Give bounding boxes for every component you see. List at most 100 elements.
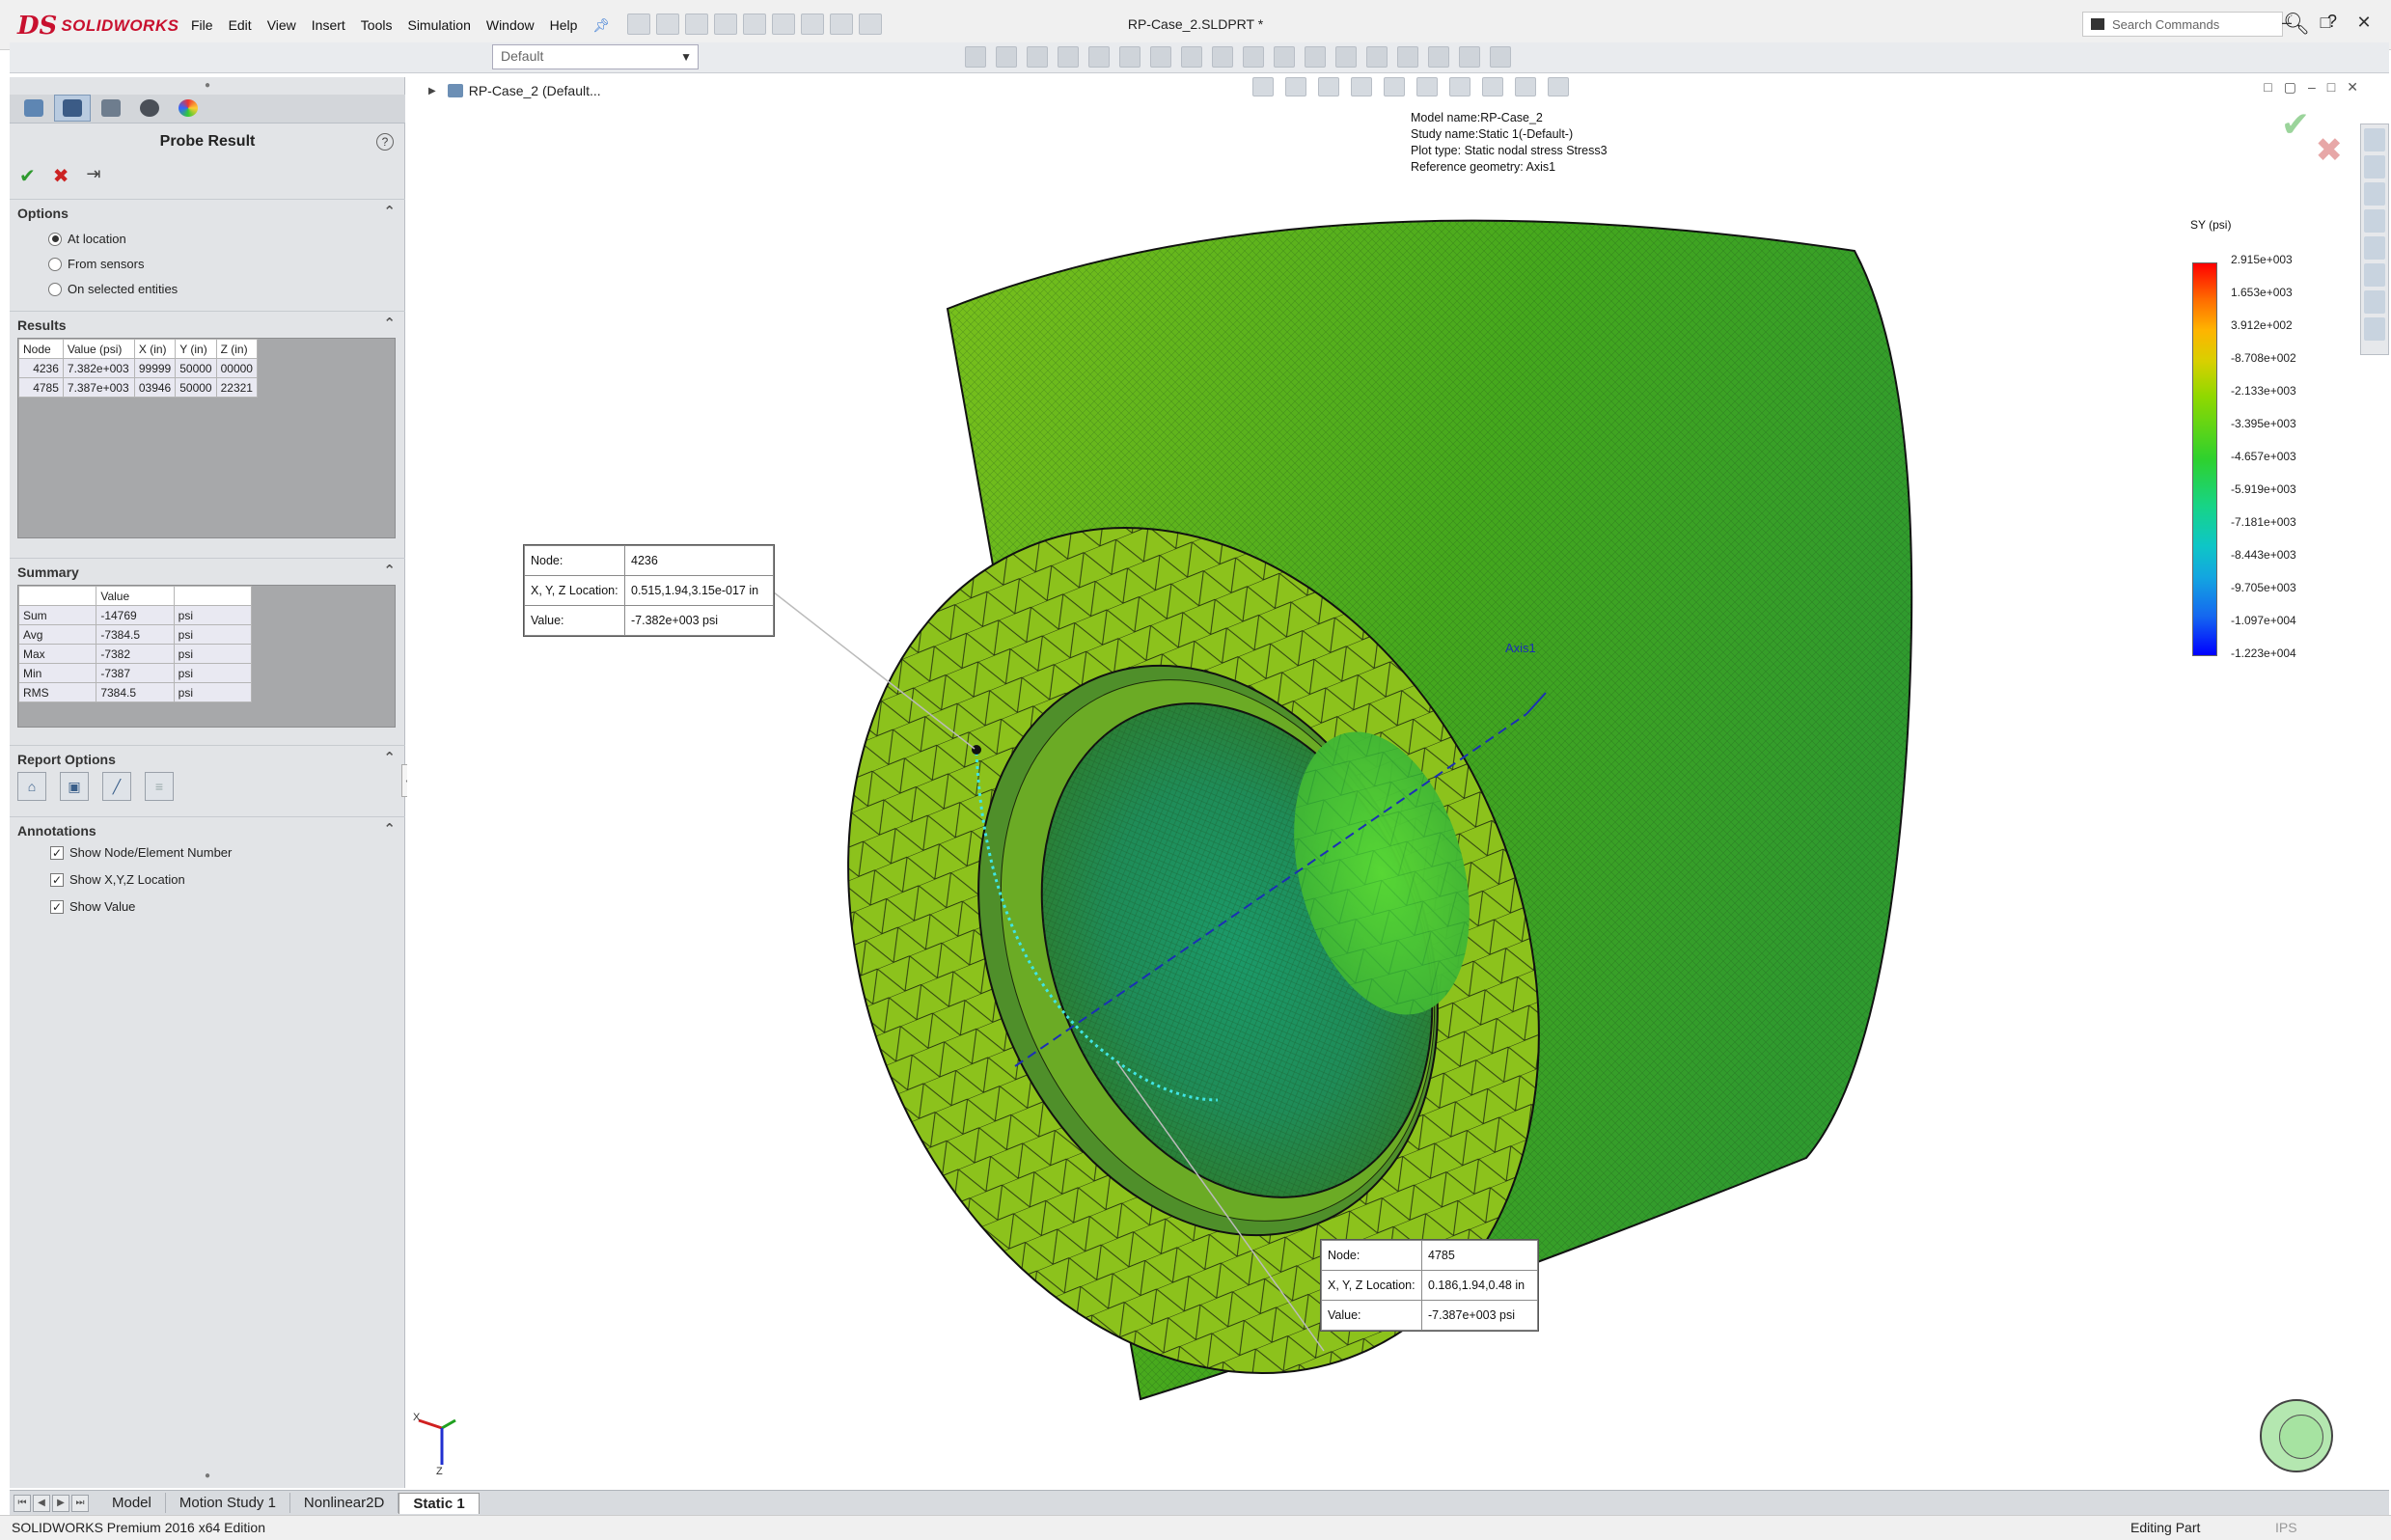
- menu-insert[interactable]: Insert: [304, 14, 353, 38]
- graphics-area[interactable]: ▶ RP-Case_2 (Default... □ ▢ – □ ✕ Model …: [407, 77, 2366, 1488]
- keep-visible-pushpin-icon[interactable]: ⇥: [87, 164, 101, 188]
- solidworks-logo[interactable]: DS SOLIDWORKS: [17, 12, 179, 41]
- column-header[interactable]: Value (psi): [62, 339, 135, 359]
- forum-icon[interactable]: [2364, 290, 2385, 314]
- radio-button[interactable]: [48, 257, 62, 271]
- tab-motion-study-1[interactable]: Motion Study 1: [166, 1493, 290, 1513]
- column-header[interactable]: Y (in): [175, 339, 217, 359]
- radio-on-selected-entities[interactable]: On selected entities: [48, 282, 178, 296]
- compare-icon[interactable]: [1181, 46, 1202, 68]
- close-icon[interactable]: ✕: [2347, 8, 2381, 37]
- radio-button[interactable]: [48, 282, 62, 296]
- view-palette-icon[interactable]: [2364, 209, 2385, 233]
- last-tab-icon[interactable]: ⏭: [71, 1494, 89, 1512]
- load-icon[interactable]: [1027, 46, 1048, 68]
- settings-icon[interactable]: [1490, 46, 1511, 68]
- save-icon[interactable]: [685, 14, 708, 35]
- design-library-icon[interactable]: [2364, 155, 2385, 179]
- save-to-file-icon[interactable]: ▣: [60, 772, 89, 801]
- collapse-chevron-icon[interactable]: ⌃: [383, 315, 396, 332]
- configuration-select[interactable]: Default ▼: [492, 44, 699, 69]
- plot-tangential-icon[interactable]: ≡: [145, 772, 174, 801]
- summary-section-header[interactable]: Summary ⌃: [10, 558, 405, 581]
- radio-button[interactable]: [48, 232, 62, 246]
- chart-options-icon[interactable]: [1397, 46, 1418, 68]
- panel-bottom-grip[interactable]: ●: [10, 1471, 405, 1481]
- menu-help[interactable]: Help: [542, 14, 586, 38]
- restore-icon[interactable]: □: [2308, 8, 2343, 37]
- menu-file[interactable]: File: [183, 14, 221, 38]
- pin-menu-icon[interactable]: 📌︎: [585, 14, 618, 38]
- section-clip-icon[interactable]: [1335, 46, 1357, 68]
- rebuild-icon[interactable]: [801, 14, 824, 35]
- probe-callout-node-4236[interactable]: Node: 4236 X, Y, Z Location: 0.515,1.94,3.…: [523, 544, 775, 637]
- results-icon[interactable]: [1119, 46, 1141, 68]
- panel-grip[interactable]: ●: [10, 77, 405, 93]
- radio-from-sensors[interactable]: From sensors: [48, 257, 144, 271]
- column-header[interactable]: Node: [18, 339, 64, 359]
- plot-tools-icon[interactable]: [1212, 46, 1233, 68]
- next-tab-icon[interactable]: ▶: [52, 1494, 69, 1512]
- checkbox-show-xyz-location[interactable]: ✓ Show X,Y,Z Location: [50, 872, 185, 887]
- plot-graph-icon[interactable]: ╱: [102, 772, 131, 801]
- checkbox[interactable]: ✓: [50, 899, 64, 914]
- probe-point-4236[interactable]: [972, 745, 981, 755]
- probe-callout-node-4785[interactable]: Node: 4785 X, Y, Z Location: 0.186,1.94,0.…: [1320, 1239, 1539, 1332]
- stop-icon[interactable]: [1459, 46, 1480, 68]
- iso-clip-icon[interactable]: [1366, 46, 1388, 68]
- chat-icon[interactable]: [2364, 317, 2385, 341]
- ok-checkmark-icon[interactable]: ✔: [19, 164, 36, 188]
- column-header[interactable]: Z (in): [215, 339, 259, 359]
- table-row[interactable]: 4785 7.387e+003 03946 50000 22321: [18, 377, 259, 398]
- play-icon[interactable]: [1428, 46, 1449, 68]
- custom-properties-icon[interactable]: [2364, 263, 2385, 287]
- open-icon[interactable]: [656, 14, 679, 35]
- options-section-header[interactable]: Options ⌃: [10, 199, 405, 222]
- checkbox[interactable]: ✓: [50, 872, 64, 887]
- collapse-chevron-icon[interactable]: ⌃: [383, 562, 396, 579]
- radio-at-location[interactable]: At location: [48, 232, 126, 246]
- study-icon[interactable]: [965, 46, 986, 68]
- report-options-section-header[interactable]: Report Options ⌃: [10, 745, 405, 768]
- collapse-chevron-icon[interactable]: ⌃: [383, 749, 396, 766]
- print-icon[interactable]: [714, 14, 737, 35]
- menu-tools[interactable]: Tools: [353, 14, 400, 38]
- checkbox-show-value[interactable]: ✓ Show Value: [50, 899, 135, 914]
- collapse-chevron-icon[interactable]: ⌃: [383, 820, 396, 838]
- results-section-header[interactable]: Results ⌃: [10, 311, 405, 334]
- menu-window[interactable]: Window: [479, 14, 542, 38]
- unit-system[interactable]: IPS: [2275, 1520, 2297, 1535]
- solidworks-resources-icon[interactable]: [2364, 128, 2385, 151]
- minimize-icon[interactable]: –: [2269, 8, 2304, 37]
- search-commands-input[interactable]: Search Commands: [2082, 12, 2283, 37]
- menu-edit[interactable]: Edit: [221, 14, 260, 38]
- menu-view[interactable]: View: [260, 14, 304, 38]
- tab-display-manager[interactable]: [170, 95, 206, 122]
- checkbox-show-node-number[interactable]: ✓ Show Node/Element Number: [50, 845, 232, 860]
- file-properties-icon[interactable]: [830, 14, 853, 35]
- help-circle-icon[interactable]: ?: [376, 133, 394, 151]
- tab-dimxpert-manager[interactable]: [131, 95, 168, 122]
- tab-property-manager[interactable]: [54, 95, 91, 122]
- save-as-sensor-icon[interactable]: ⌂: [17, 772, 46, 801]
- tab-feature-manager[interactable]: [15, 95, 52, 122]
- checkbox[interactable]: ✓: [50, 845, 64, 860]
- mesh-icon[interactable]: [1058, 46, 1079, 68]
- run-icon[interactable]: [1088, 46, 1110, 68]
- tab-configuration-manager[interactable]: [93, 95, 129, 122]
- annotations-section-header[interactable]: Annotations ⌃: [10, 816, 405, 839]
- prev-tab-icon[interactable]: ◀: [33, 1494, 50, 1512]
- animate-icon[interactable]: [1305, 46, 1326, 68]
- column-header[interactable]: X (in): [133, 339, 177, 359]
- file-explorer-icon[interactable]: [2364, 182, 2385, 206]
- new-document-icon[interactable]: [627, 14, 650, 35]
- options-gear-icon[interactable]: [859, 14, 882, 35]
- view-orientation-sphere[interactable]: [2260, 1399, 2333, 1472]
- fixture-icon[interactable]: [996, 46, 1017, 68]
- first-tab-icon[interactable]: ⏮: [14, 1494, 31, 1512]
- undo-icon[interactable]: [743, 14, 766, 35]
- appearances-icon[interactable]: [2364, 236, 2385, 260]
- tab-model[interactable]: Model: [98, 1493, 166, 1513]
- cancel-x-icon[interactable]: ✖: [53, 164, 69, 188]
- probe-icon[interactable]: [1274, 46, 1295, 68]
